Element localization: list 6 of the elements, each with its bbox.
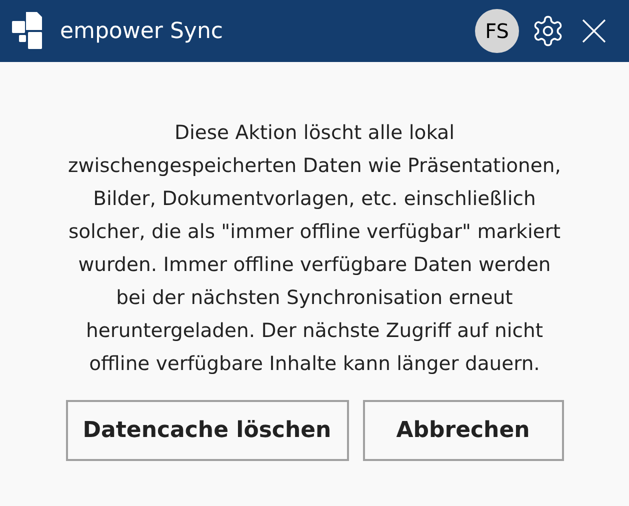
message-text: Diese Aktion löscht alle lokal zwischengespeicherten Daten wie Präsentationen, Bilder, Dokumentvorlagen, etc. einschließlich solcher, die als "immer offline verfügbar" markiert wurden. Immer offline verfügbare Daten werden bei der nächsten Synchronisation erneut heruntergeladen. Der nächste Zugriff auf nicht offline verfügbare Inhalte kann länger dauern.: [67, 120, 562, 377]
close-icon[interactable]: [581, 18, 607, 44]
clear-cache-button[interactable]: Datencache löschen: [66, 400, 348, 461]
cancel-button[interactable]: Abbrechen: [362, 400, 564, 461]
window-title: empower Sync: [60, 18, 223, 46]
user-avatar[interactable]: FS: [475, 9, 519, 53]
